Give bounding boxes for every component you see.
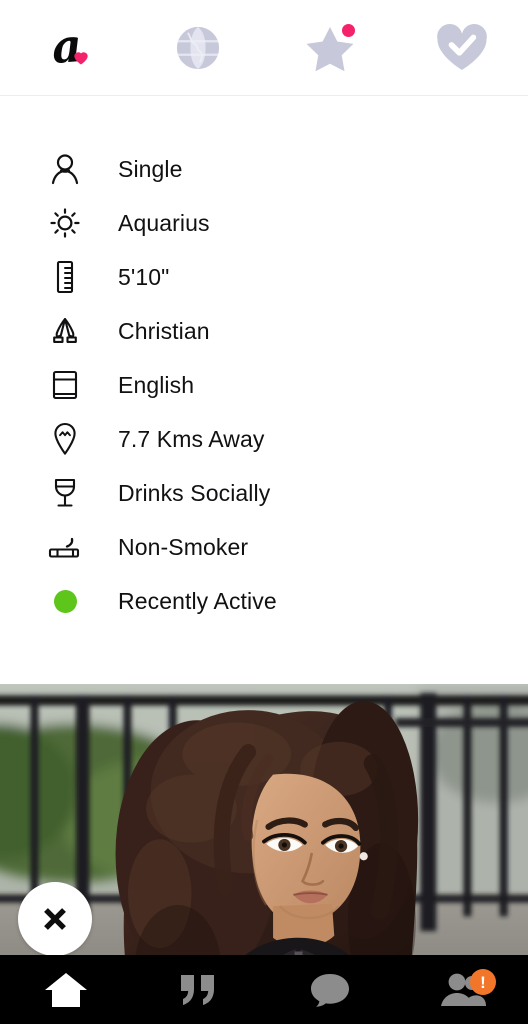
info-row-zodiac: Aquarius — [0, 196, 528, 250]
ruler-icon — [46, 260, 84, 294]
sun-icon — [46, 206, 84, 240]
info-label: 7.7 Kms Away — [118, 425, 265, 452]
close-x-icon — [44, 908, 66, 930]
info-label: Drinks Socially — [118, 479, 271, 506]
info-label: Single — [118, 155, 183, 182]
info-label: Recently Active — [118, 587, 277, 614]
info-row-religion: Christian — [0, 304, 528, 358]
book-icon — [46, 368, 84, 402]
favorites-badge-dot — [342, 23, 355, 37]
wine-glass-icon — [46, 476, 84, 510]
nav-item-quotes[interactable] — [132, 955, 264, 1024]
bottom-navigation-bar: ! — [0, 955, 528, 1024]
status-dot-icon — [46, 584, 84, 618]
location-pin-icon — [46, 422, 84, 456]
top-header: a — [0, 0, 528, 96]
info-row-relationship: Single — [0, 142, 528, 196]
chat-bubble-icon — [311, 973, 349, 1007]
info-label: English — [118, 371, 195, 398]
globe-icon — [176, 26, 220, 69]
header-tab-explore[interactable] — [132, 0, 264, 96]
info-row-language: English — [0, 358, 528, 412]
nav-item-profile[interactable]: ! — [396, 955, 528, 1024]
info-row-drinking: Drinks Socially — [0, 466, 528, 520]
heart-check-icon — [437, 23, 487, 70]
logo-heart-icon — [74, 51, 88, 64]
info-label: 5'10" — [118, 263, 170, 290]
app-logo: a — [21, 18, 111, 76]
profile-alert-badge: ! — [470, 969, 496, 995]
profile-screen: a Single Aquarius 5'10" Christian Englis… — [0, 0, 528, 1024]
praying-hands-icon — [46, 314, 84, 348]
header-tab-favorites[interactable] — [264, 0, 396, 96]
info-row-distance: 7.7 Kms Away — [0, 412, 528, 466]
cigarette-icon — [46, 530, 84, 564]
nav-item-messages[interactable] — [264, 955, 396, 1024]
person-icon — [46, 152, 84, 186]
info-row-activity: Recently Active — [0, 574, 528, 628]
profile-info-list: Single Aquarius 5'10" Christian English … — [0, 96, 528, 628]
info-label: Christian — [118, 317, 210, 344]
info-label: Aquarius — [118, 209, 210, 236]
close-photo-button[interactable] — [18, 882, 92, 956]
header-tab-matches[interactable] — [396, 0, 528, 96]
info-row-height: 5'10" — [0, 250, 528, 304]
home-icon — [45, 972, 87, 1007]
nav-item-home[interactable] — [0, 955, 132, 1024]
quote-marks-icon — [181, 974, 214, 1005]
header-tab-logo[interactable]: a — [0, 0, 132, 96]
info-row-smoking: Non-Smoker — [0, 520, 528, 574]
info-label: Non-Smoker — [118, 533, 249, 560]
